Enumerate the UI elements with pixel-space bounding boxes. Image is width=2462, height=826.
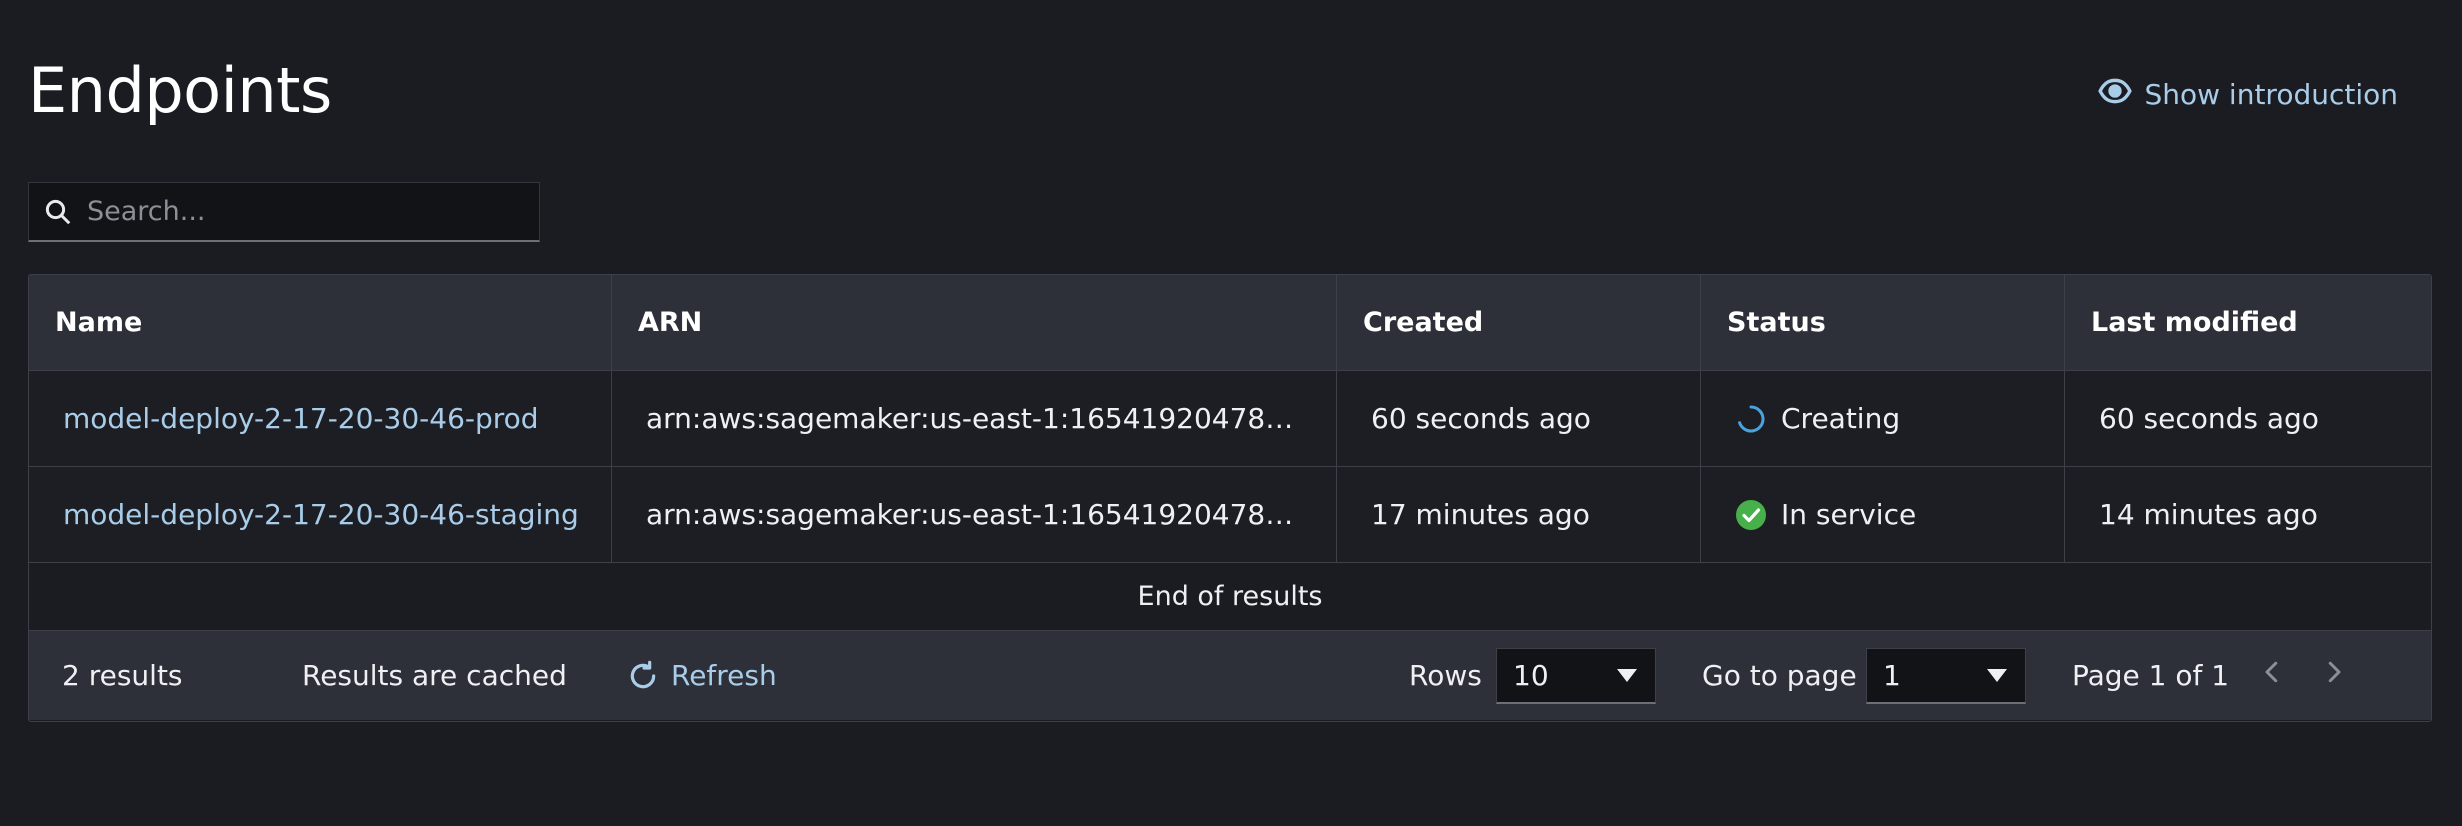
search-icon: [29, 197, 87, 227]
endpoint-created: 17 minutes ago: [1371, 498, 1590, 531]
eye-icon: [2098, 74, 2133, 115]
table-footer: 2 results Results are cached Refresh Row…: [29, 631, 2431, 720]
table-row: model-deploy-2-17-20-30-46-prod arn:aws:…: [29, 371, 2431, 467]
go-to-page-label: Go to page: [1702, 659, 1857, 692]
endpoint-arn: arn:aws:sagemaker:us-east-1:165419204787…: [646, 402, 1296, 435]
results-cached-note: Results are cached: [302, 659, 567, 692]
endpoint-status: In service: [1781, 498, 1917, 531]
search-input[interactable]: [87, 183, 539, 240]
endpoint-arn: arn:aws:sagemaker:us-east-1:165419204787…: [646, 498, 1296, 531]
endpoint-status: Creating: [1781, 402, 1901, 435]
chevron-right-icon: [2328, 661, 2341, 683]
table-header: Name ARN Created Status Last modified: [29, 275, 2431, 371]
previous-page-button[interactable]: [2257, 657, 2287, 694]
check-circle-icon: [1736, 499, 1766, 530]
table-row: model-deploy-2-17-20-30-46-staging arn:a…: [29, 467, 2431, 563]
endpoint-last-modified: 14 minutes ago: [2099, 498, 2318, 531]
rows-per-page-value: 10: [1513, 658, 1549, 692]
page-title: Endpoints: [28, 54, 332, 127]
results-count: 2 results: [62, 659, 183, 692]
page-indicator: Page 1 of 1: [2072, 659, 2230, 692]
refresh-button[interactable]: Refresh: [627, 659, 777, 692]
refresh-label: Refresh: [671, 659, 777, 692]
endpoint-name-link[interactable]: model-deploy-2-17-20-30-46-prod: [63, 402, 539, 435]
refresh-icon: [630, 660, 656, 688]
endpoints-table: Name ARN Created Status Last modified mo…: [28, 274, 2432, 722]
column-header-name[interactable]: Name: [29, 275, 612, 370]
rows-label: Rows: [1409, 659, 1482, 692]
column-header-status[interactable]: Status: [1701, 275, 2065, 370]
next-page-button[interactable]: [2319, 657, 2349, 694]
column-header-last-modified[interactable]: Last modified: [2065, 275, 2431, 370]
show-introduction-label: Show introduction: [2144, 78, 2398, 111]
column-header-created[interactable]: Created: [1337, 275, 1701, 370]
search-box: [28, 182, 540, 242]
end-of-results: End of results: [29, 563, 2431, 631]
spinner-icon: [1738, 405, 1765, 432]
endpoint-created: 60 seconds ago: [1371, 402, 1591, 435]
rows-per-page-select[interactable]: 10: [1496, 647, 1656, 704]
show-introduction-link[interactable]: Show introduction: [2098, 74, 2398, 115]
caret-down-icon: [1987, 668, 2007, 682]
caret-down-icon: [1617, 668, 1637, 682]
go-to-page-value: 1: [1883, 658, 1901, 692]
endpoint-last-modified: 60 seconds ago: [2099, 402, 2319, 435]
go-to-page-select[interactable]: 1: [1866, 647, 2026, 704]
endpoint-name-link[interactable]: model-deploy-2-17-20-30-46-staging: [63, 498, 579, 531]
column-header-arn[interactable]: ARN: [612, 275, 1337, 370]
chevron-left-icon: [2265, 661, 2278, 683]
